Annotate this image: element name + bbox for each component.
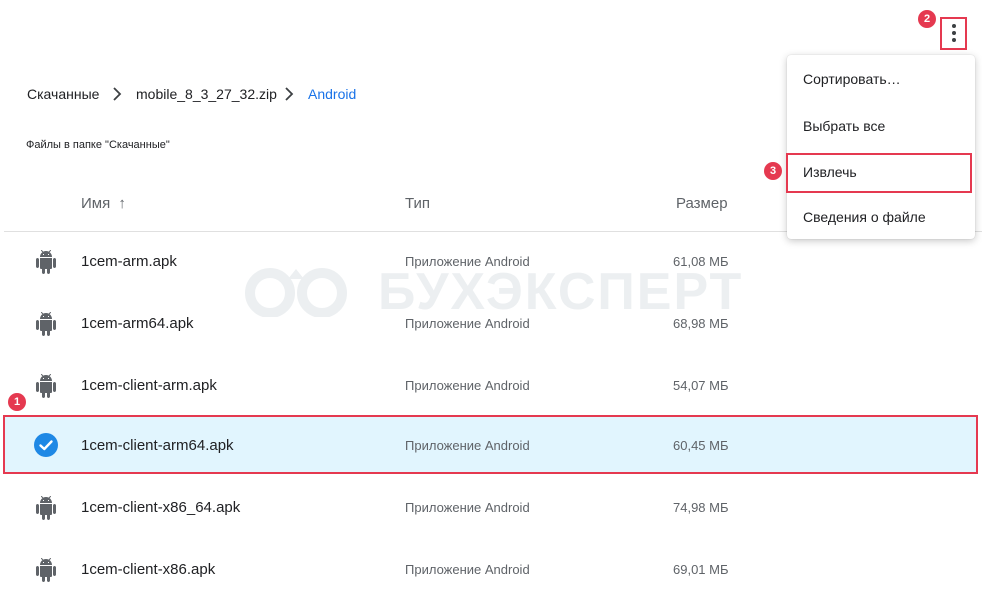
more-dot <box>952 31 956 35</box>
breadcrumb-item-zip[interactable]: mobile_8_3_27_32.zip <box>136 86 277 102</box>
overflow-menu: Сортировать… Выбрать все Извлечь Сведени… <box>787 55 975 239</box>
file-size: 69,01 МБ <box>673 562 729 577</box>
breadcrumb-item-downloads[interactable]: Скачанные <box>27 86 99 102</box>
column-header-size[interactable]: Размер <box>676 195 728 212</box>
column-header-type[interactable]: Тип <box>405 195 430 212</box>
file-type: Приложение Android <box>405 500 530 515</box>
column-header-name[interactable]: Имя ↑ <box>81 195 126 212</box>
file-size: 74,98 МБ <box>673 500 729 515</box>
file-size: 54,07 МБ <box>673 378 729 393</box>
chevron-right-icon <box>282 86 296 107</box>
table-row[interactable]: 1cem-arm.apk Приложение Android 61,08 МБ <box>0 231 982 293</box>
annotation-badge-1: 1 <box>8 393 26 411</box>
file-name: 1cem-arm64.apk <box>81 315 194 332</box>
more-dot <box>952 24 956 28</box>
file-name: 1cem-arm.apk <box>81 253 177 270</box>
table-row[interactable]: 1cem-client-x86.apk Приложение Android 6… <box>0 539 982 592</box>
annotation-box-extract <box>786 153 972 193</box>
file-name: 1cem-client-x86.apk <box>81 561 216 578</box>
sort-arrow-icon: ↑ <box>118 195 126 212</box>
android-icon <box>34 558 58 582</box>
table-row[interactable]: 1cem-arm64.apk Приложение Android 68,98 … <box>0 293 982 355</box>
android-icon <box>34 250 58 274</box>
file-size: 68,98 МБ <box>673 316 729 331</box>
menu-item-file-info[interactable]: Сведения о файле <box>803 209 926 225</box>
more-dot <box>952 38 956 42</box>
file-type: Приложение Android <box>405 316 530 331</box>
android-icon <box>34 374 58 398</box>
android-icon <box>34 496 58 520</box>
file-size: 61,08 МБ <box>673 254 729 269</box>
file-name: 1cem-client-arm.apk <box>81 377 217 394</box>
column-header-name-label: Имя <box>81 195 111 212</box>
file-type: Приложение Android <box>405 562 530 577</box>
chevron-right-icon <box>110 86 124 107</box>
annotation-box-selected-row <box>3 415 978 474</box>
menu-item-select-all[interactable]: Выбрать все <box>803 118 885 134</box>
file-name: 1cem-client-x86_64.apk <box>81 499 241 516</box>
table-row[interactable]: 1cem-client-x86_64.apk Приложение Androi… <box>0 477 982 539</box>
annotation-badge-2: 2 <box>918 10 936 28</box>
file-type: Приложение Android <box>405 378 530 393</box>
section-title: Файлы в папке "Скачанные" <box>26 139 170 151</box>
breadcrumb-item-android[interactable]: Android <box>308 86 356 102</box>
table-row[interactable]: 1cem-client-arm.apk Приложение Android 5… <box>0 355 982 417</box>
android-icon <box>34 312 58 336</box>
menu-item-sort[interactable]: Сортировать… <box>803 71 901 87</box>
annotation-badge-3: 3 <box>764 162 782 180</box>
file-type: Приложение Android <box>405 254 530 269</box>
